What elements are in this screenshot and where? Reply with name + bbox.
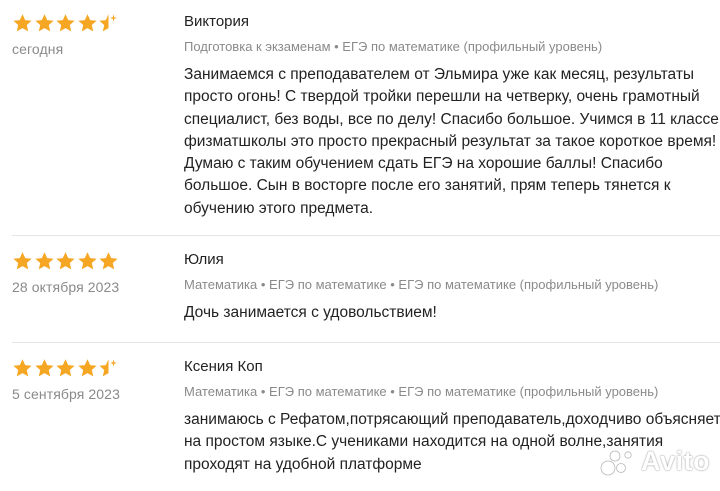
star-full-icon: [98, 251, 119, 272]
star-full-icon: [55, 251, 76, 272]
star-full-icon: [12, 13, 33, 34]
reviews-page: сегодня Виктория Подготовка к экзаменам …: [0, 0, 720, 491]
star-full-icon: [34, 251, 55, 272]
star-half-icon: [98, 13, 119, 34]
review-meta: 5 сентября 2023: [12, 357, 172, 402]
star-full-icon: [34, 358, 55, 379]
review-date: сегодня: [12, 41, 64, 57]
star-full-icon: [55, 13, 76, 34]
review-meta: сегодня: [12, 12, 172, 57]
star-half-icon: [98, 358, 119, 379]
rating-stars: [12, 357, 172, 379]
star-full-icon: [55, 358, 76, 379]
star-full-icon: [77, 13, 98, 34]
review-date: 5 сентября 2023: [12, 386, 120, 402]
review-text: Дочь занимается с удовольствием!: [184, 304, 437, 321]
star-full-icon: [12, 358, 33, 379]
review-meta: 28 октября 2023: [12, 250, 172, 295]
review-author: Ксения Коп: [184, 358, 263, 375]
review-author: Юлия: [184, 251, 224, 268]
divider: [12, 342, 720, 343]
review-body: Юлия Математика • ЕГЭ по математике • ЕГ…: [184, 250, 720, 324]
avito-logo-icon: [599, 447, 639, 477]
review-author: Виктория: [184, 13, 250, 30]
star-full-icon: [12, 251, 33, 272]
star-full-icon: [77, 358, 98, 379]
review-text: Занимаемся с преподавателем от Эльмира у…: [184, 66, 719, 217]
review-body: Виктория Подготовка к экзаменам • ЕГЭ по…: [184, 12, 720, 220]
star-full-icon: [77, 251, 98, 272]
rating-stars: [12, 12, 172, 34]
review-tags: Подготовка к экзаменам • ЕГЭ по математи…: [184, 39, 603, 54]
review-tags: Математика • ЕГЭ по математике • ЕГЭ по …: [184, 384, 659, 399]
star-full-icon: [34, 13, 55, 34]
review-date: 28 октября 2023: [12, 279, 120, 295]
review-tags: Математика • ЕГЭ по математике • ЕГЭ по …: [184, 277, 659, 292]
rating-stars: [12, 250, 172, 272]
avito-watermark: Avito: [599, 446, 710, 477]
divider: [12, 235, 720, 236]
watermark-text: Avito: [641, 446, 710, 476]
